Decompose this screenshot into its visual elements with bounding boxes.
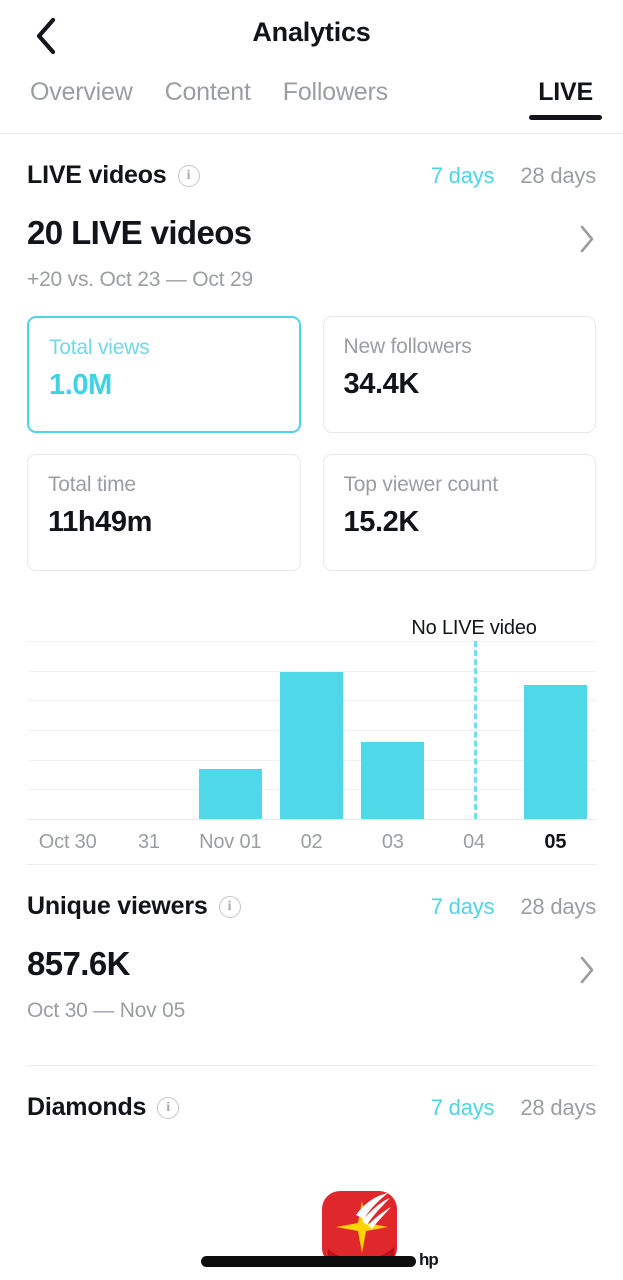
range-7-days[interactable]: 7 days xyxy=(431,163,495,189)
chart-x-tick-label: 04 xyxy=(463,831,485,853)
live-metric-cards: Total views 1.0M New followers 34.4K Tot… xyxy=(27,316,596,571)
chart-x-tick-label: 05 xyxy=(544,831,567,853)
red-sparkle-app-icon xyxy=(322,1191,397,1266)
unique-viewers-date-range: Oct 30 — Nov 05 xyxy=(27,999,186,1022)
metric-card-label: Top viewer count xyxy=(343,473,499,496)
chart-bar[interactable] xyxy=(198,769,262,819)
tab-live[interactable]: LIVE xyxy=(522,72,609,120)
unique-viewers-count: 857.6K xyxy=(27,945,130,982)
metric-card-value: 1.0M xyxy=(49,369,112,401)
info-icon[interactable]: i xyxy=(218,895,241,918)
page-title: Analytics xyxy=(252,17,371,47)
live-videos-count: 20 LIVE videos xyxy=(27,214,252,251)
no-live-video-marker-line xyxy=(474,641,478,819)
tab-followers[interactable]: Followers xyxy=(267,72,404,107)
live-videos-comparison: +20 vs. Oct 23 — Oct 29 xyxy=(27,268,253,291)
range-28-days[interactable]: 28 days xyxy=(520,1095,596,1121)
metric-card-total-time[interactable]: Total time 11h49m xyxy=(27,454,301,571)
live-videos-range-selector: 7 days 28 days xyxy=(431,163,596,189)
chart-x-tick-label: Nov 01 xyxy=(199,831,262,853)
live-videos-section: LIVE videos i 7 days 28 days 20 LIVE vid… xyxy=(0,134,623,571)
watermark: hp xyxy=(419,1250,439,1269)
chevron-right-icon xyxy=(578,947,596,990)
tab-overview[interactable]: Overview xyxy=(14,72,149,107)
unique-viewers-headline-row[interactable]: 857.6K xyxy=(27,945,596,990)
chart-plot-area: No LIVE video xyxy=(27,617,596,820)
diamonds-range-selector: 7 days 28 days xyxy=(431,1095,596,1121)
unique-viewers-section: Unique viewers i 7 days 28 days 857.6K O… xyxy=(0,865,623,1023)
info-icon[interactable]: i xyxy=(157,1096,180,1119)
chart-bar[interactable] xyxy=(523,685,588,819)
unique-viewers-title: Unique viewers xyxy=(27,892,208,920)
metric-card-label: New followers xyxy=(343,335,472,358)
live-videos-header: LIVE videos i 7 days 28 days xyxy=(27,134,596,190)
diamonds-section: Diamonds i 7 days 28 days xyxy=(0,1066,623,1122)
info-icon[interactable]: i xyxy=(177,164,200,187)
chart-bar[interactable] xyxy=(279,672,344,819)
metric-card-value: 15.2K xyxy=(343,506,420,538)
chart-x-axis: Oct 30 31 Nov 01 02 03 04 05 xyxy=(27,831,596,861)
no-live-video-label: No LIVE video xyxy=(411,617,537,639)
metric-card-new-followers[interactable]: New followers 34.4K xyxy=(322,316,596,433)
home-indicator[interactable] xyxy=(201,1256,416,1267)
live-videos-title: LIVE videos xyxy=(27,161,167,189)
chevron-right-icon xyxy=(578,216,596,259)
range-28-days[interactable]: 28 days xyxy=(520,894,596,920)
range-7-days[interactable]: 7 days xyxy=(431,894,495,920)
metric-card-label: Total time xyxy=(48,473,136,496)
chart-bar[interactable] xyxy=(361,742,425,819)
live-views-bar-chart: No LIVE video Oct 30 31 Nov 01 02 03 04 05 xyxy=(0,617,623,864)
chart-x-tick-label: 02 xyxy=(300,831,323,853)
metric-card-total-views[interactable]: Total views 1.0M xyxy=(27,316,301,433)
tab-content[interactable]: Content xyxy=(149,72,267,107)
chart-x-tick-label: Oct 30 xyxy=(38,831,97,853)
metric-card-value: 34.4K xyxy=(343,368,420,400)
range-28-days[interactable]: 28 days xyxy=(520,163,596,189)
chart-gridline xyxy=(27,641,596,642)
chart-baseline xyxy=(27,819,596,820)
live-videos-headline-row[interactable]: 20 LIVE videos xyxy=(27,214,596,259)
diamonds-title: Diamonds xyxy=(27,1093,147,1121)
unique-viewers-range-selector: 7 days 28 days xyxy=(431,894,596,920)
diamonds-header: Diamonds i 7 days 28 days xyxy=(27,1066,596,1122)
analytics-tabs: Overview Content Followers LIVE xyxy=(0,72,623,134)
metric-card-top-viewer-count[interactable]: Top viewer count 15.2K xyxy=(322,454,596,571)
chart-x-tick-label: 31 xyxy=(137,831,160,853)
range-7-days[interactable]: 7 days xyxy=(431,1095,495,1121)
analytics-screen: Analytics Overview Content Followers LIV… xyxy=(0,0,623,1280)
top-bar: Analytics xyxy=(0,0,623,72)
chart-x-tick-label: 03 xyxy=(381,831,404,853)
metric-card-value: 11h49m xyxy=(48,506,153,538)
unique-viewers-header: Unique viewers i 7 days 28 days xyxy=(27,865,596,921)
metric-card-label: Total views xyxy=(49,336,150,359)
